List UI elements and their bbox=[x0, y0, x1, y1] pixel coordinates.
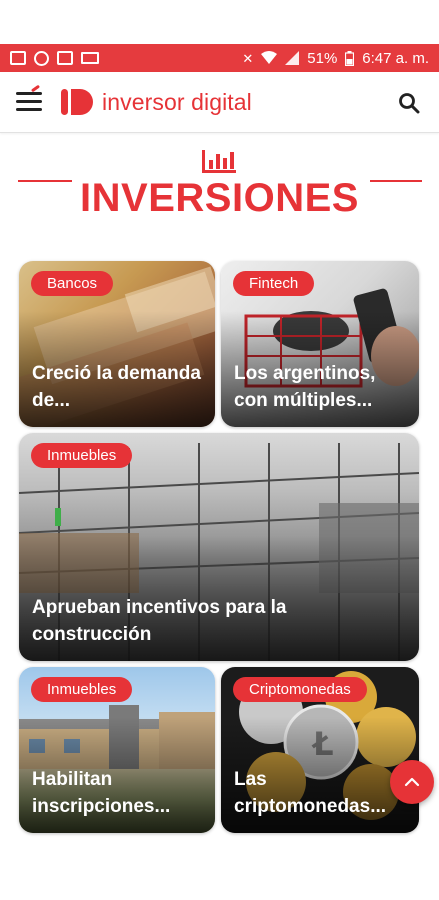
section-title: INVERSIONES bbox=[80, 176, 359, 220]
article-card-fintech[interactable]: Fintech Los argentinos, con múltiples... bbox=[221, 261, 419, 427]
status-right-icons: ✕ 51% 6:47 a. m. bbox=[242, 50, 429, 67]
chevron-up-icon bbox=[404, 777, 420, 787]
article-title: Las criptomonedas... bbox=[234, 769, 387, 817]
whatsapp-icon bbox=[34, 50, 49, 66]
activity-icon bbox=[57, 51, 73, 65]
category-badge[interactable]: Criptomonedas bbox=[233, 677, 367, 702]
category-badge[interactable]: Bancos bbox=[31, 271, 114, 296]
article-title: Los argentinos, con múltiples... bbox=[234, 363, 376, 411]
article-card-viviendas[interactable]: Inmuebles Habilitan inscripciones... bbox=[19, 667, 215, 833]
article-title: Creció la demanda de... bbox=[32, 363, 201, 411]
wifi-icon bbox=[261, 51, 278, 64]
clock: 6:47 a. m. bbox=[362, 49, 429, 67]
logo-mark-icon bbox=[61, 89, 93, 115]
menu-icon bbox=[16, 92, 42, 95]
article-card-cripto[interactable]: Ł Criptomonedas Las criptomonedas... bbox=[221, 667, 419, 833]
category-badge[interactable]: Inmuebles bbox=[31, 443, 133, 468]
status-bar: ✕ 51% 6:47 a. m. bbox=[0, 44, 439, 72]
mute-icon: ✕ bbox=[242, 50, 254, 66]
article-title: Habilitan inscripciones... bbox=[32, 769, 171, 817]
article-card-construccion[interactable]: Inmuebles Aprueban incentivos para la co… bbox=[19, 433, 419, 661]
message-icon bbox=[10, 51, 26, 65]
battery-percent: 51% bbox=[307, 49, 338, 67]
chart-bars-icon bbox=[202, 150, 236, 173]
search-icon[interactable] bbox=[398, 92, 420, 114]
category-badge[interactable]: Fintech bbox=[233, 271, 315, 296]
category-badge[interactable]: Inmuebles bbox=[31, 677, 133, 702]
article-card-bancos[interactable]: Bancos Creció la demanda de... bbox=[19, 261, 215, 427]
article-title: Aprueban incentivos para la construcción bbox=[32, 597, 287, 645]
logo-text: inversor digital bbox=[102, 88, 252, 115]
battery-icon bbox=[345, 50, 355, 66]
laptop-icon bbox=[81, 52, 99, 64]
top-blank-area bbox=[0, 0, 439, 44]
scroll-top-button[interactable] bbox=[390, 760, 434, 804]
signal-icon bbox=[285, 51, 300, 65]
site-logo[interactable]: inversor digital bbox=[60, 86, 252, 118]
app-header: inversor digital bbox=[0, 72, 439, 133]
menu-button[interactable] bbox=[16, 84, 44, 114]
status-left-icons bbox=[10, 50, 99, 66]
